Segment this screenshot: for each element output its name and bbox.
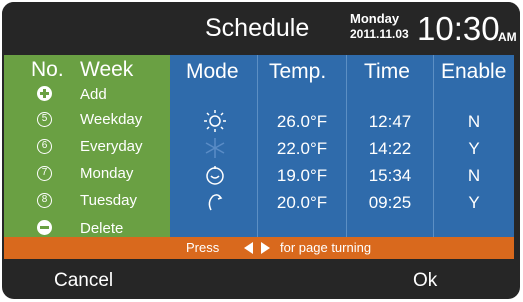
week-cell: Monday xyxy=(80,165,134,182)
sun-icon xyxy=(204,110,226,132)
row-number-badge: 8 xyxy=(37,193,52,208)
time-cell: 09:25 xyxy=(368,193,412,212)
left-right-arrows-icon xyxy=(244,242,270,254)
temp-cell: 20.0°F xyxy=(276,193,328,212)
plus-icon xyxy=(37,86,52,101)
delete-label: Delete xyxy=(80,220,124,237)
current-time: 10:30 xyxy=(417,10,500,47)
column-header-time: Time xyxy=(364,60,410,83)
time-cell: 12:47 xyxy=(368,112,412,131)
column-header-week: Week xyxy=(80,58,134,81)
enable-cell: N xyxy=(467,112,481,131)
column-header-enable: Enable xyxy=(441,60,507,83)
column-header-no: No. xyxy=(31,58,64,81)
time-cell: 14:22 xyxy=(368,139,412,158)
column-header-temp: Temp. xyxy=(269,60,327,83)
ok-button[interactable]: Ok xyxy=(413,270,437,292)
cancel-button[interactable]: Cancel xyxy=(54,270,113,292)
column-header-mode: Mode xyxy=(186,60,239,83)
hint-suffix: for page turning xyxy=(280,240,372,255)
snowflake-icon xyxy=(205,138,225,158)
temp-cell: 19.0°F xyxy=(276,166,328,185)
enable-cell: N xyxy=(467,166,481,185)
row-number-badge: 7 xyxy=(37,166,52,181)
am-pm-indicator: AM xyxy=(498,30,517,44)
fan-icon xyxy=(208,194,223,211)
enable-cell: Y xyxy=(468,193,480,212)
row-number-badge: 6 xyxy=(37,139,52,154)
drop-icon xyxy=(206,166,224,185)
current-date: 2011.11.03 xyxy=(350,27,409,41)
temp-cell: 22.0°F xyxy=(276,139,328,158)
row-number-badge: 5 xyxy=(37,112,52,127)
time-cell: 15:34 xyxy=(368,166,412,185)
week-cell: Tuesday xyxy=(80,192,137,209)
current-day: Monday xyxy=(350,11,400,26)
minus-icon xyxy=(37,220,52,235)
hint-prefix: Press xyxy=(186,240,220,255)
week-cell: Everyday xyxy=(80,138,143,155)
add-label: Add xyxy=(80,86,107,103)
temp-cell: 26.0°F xyxy=(276,112,328,131)
enable-cell: Y xyxy=(468,139,480,158)
page-title: Schedule xyxy=(205,14,310,42)
week-cell: Weekday xyxy=(80,111,143,128)
